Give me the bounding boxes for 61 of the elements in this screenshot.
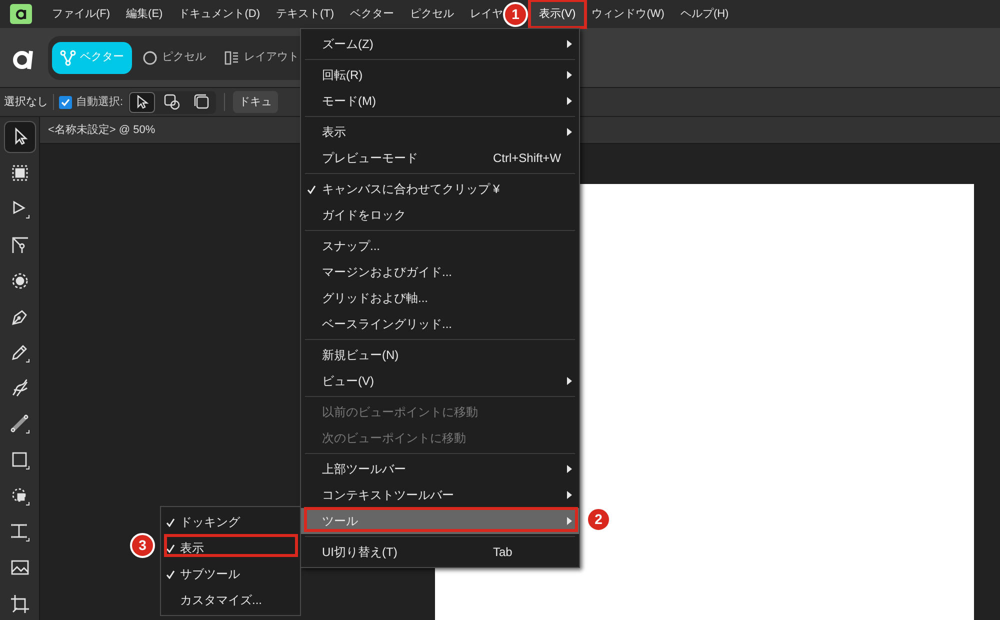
menu-item[interactable]: ビュー(V) bbox=[301, 368, 579, 394]
submenu-arrow-icon bbox=[567, 465, 572, 473]
selection-mode-button[interactable] bbox=[129, 92, 156, 112]
vector-icon bbox=[60, 50, 76, 66]
step-badge: 1 bbox=[503, 2, 528, 26]
selection-status: 選択なし bbox=[4, 94, 54, 110]
check-icon bbox=[307, 184, 316, 194]
submenu-arrow-icon bbox=[567, 517, 572, 525]
menu-item[interactable]: プレビューモード Ctrl+Shift+W bbox=[301, 145, 579, 171]
menu-item[interactable]: 表示 bbox=[301, 119, 579, 145]
menu-item[interactable]: サブツール bbox=[161, 561, 300, 587]
crop-icon bbox=[8, 592, 30, 615]
checkbox-label: 自動選択: bbox=[76, 94, 124, 110]
shortcut-label: Tab bbox=[493, 545, 512, 559]
submenu-arrow-icon bbox=[567, 491, 572, 499]
submenu-arrow-icon bbox=[567, 377, 572, 385]
overlap-shapes-icon bbox=[164, 94, 180, 110]
check-icon bbox=[166, 544, 175, 552]
menu-item[interactable]: コンテキストツールバー bbox=[301, 482, 579, 508]
menu-item[interactable]: ヘルプ(H) bbox=[672, 2, 737, 26]
menu-item[interactable]: 表示 bbox=[161, 535, 300, 561]
menu-item[interactable]: ファイル(F) bbox=[44, 2, 118, 26]
menu-item[interactable]: マージンおよびガイド... bbox=[301, 259, 579, 285]
checkbox[interactable] bbox=[59, 96, 72, 108]
menu-item[interactable]: ガイドをロック bbox=[301, 202, 579, 228]
submenu-arrow-icon bbox=[567, 71, 572, 79]
layout-icon bbox=[224, 50, 240, 66]
document-tab[interactable]: <名称未設定> @ 50% bbox=[48, 122, 156, 138]
menu-item[interactable]: UI切り替え(T) Tab bbox=[301, 539, 579, 565]
menu-item[interactable]: ウィンドウ(W) bbox=[584, 2, 672, 26]
submenu-arrow-icon bbox=[567, 40, 572, 48]
menu-item[interactable]: ピクセル bbox=[402, 2, 462, 26]
submenu-arrow-icon bbox=[567, 97, 572, 105]
menu-item[interactable]: テキスト(T) bbox=[268, 2, 342, 26]
shortcut-label: Ctrl+Shift+W bbox=[493, 151, 562, 165]
menu-item[interactable]: 上部ツールバー bbox=[301, 456, 579, 482]
shortcut-label: ¥ bbox=[493, 182, 500, 196]
app-logo-icon bbox=[10, 4, 32, 24]
document-button[interactable]: ドキュ bbox=[233, 91, 278, 113]
menu-item[interactable]: ベースライングリッド... bbox=[301, 311, 579, 337]
menu-item[interactable]: ベクター bbox=[342, 2, 402, 26]
persona-tab[interactable]: ピクセル bbox=[134, 42, 214, 74]
menu-item[interactable]: グリッドおよび軸... bbox=[301, 285, 579, 311]
submenu-arrow-icon bbox=[567, 128, 572, 136]
check-icon bbox=[166, 518, 175, 526]
pointer-icon bbox=[135, 95, 150, 109]
text-frame-icon bbox=[8, 521, 30, 544]
menu-item[interactable]: 編集(E) bbox=[118, 2, 171, 26]
menu-item[interactable]: キャンバスに合わせてクリップ ¥ bbox=[301, 176, 579, 202]
menu-item[interactable]: 表示(V) bbox=[531, 2, 584, 26]
pixel-icon bbox=[142, 50, 158, 66]
menu-item[interactable]: モード(M) bbox=[301, 88, 579, 114]
menu-item[interactable]: ドッキング bbox=[161, 509, 300, 535]
menu-item[interactable]: カスタマイズ... bbox=[161, 587, 300, 613]
stacked-squares-icon bbox=[194, 94, 210, 110]
check-icon bbox=[166, 570, 175, 578]
menu-item[interactable]: 新規ビュー(N) bbox=[301, 342, 579, 368]
gradient-icon bbox=[8, 413, 30, 436]
menu-item[interactable]: スナップ... bbox=[301, 233, 579, 259]
menu-item[interactable]: ドキュメント(D) bbox=[170, 2, 268, 26]
tool-button[interactable] bbox=[4, 121, 36, 153]
